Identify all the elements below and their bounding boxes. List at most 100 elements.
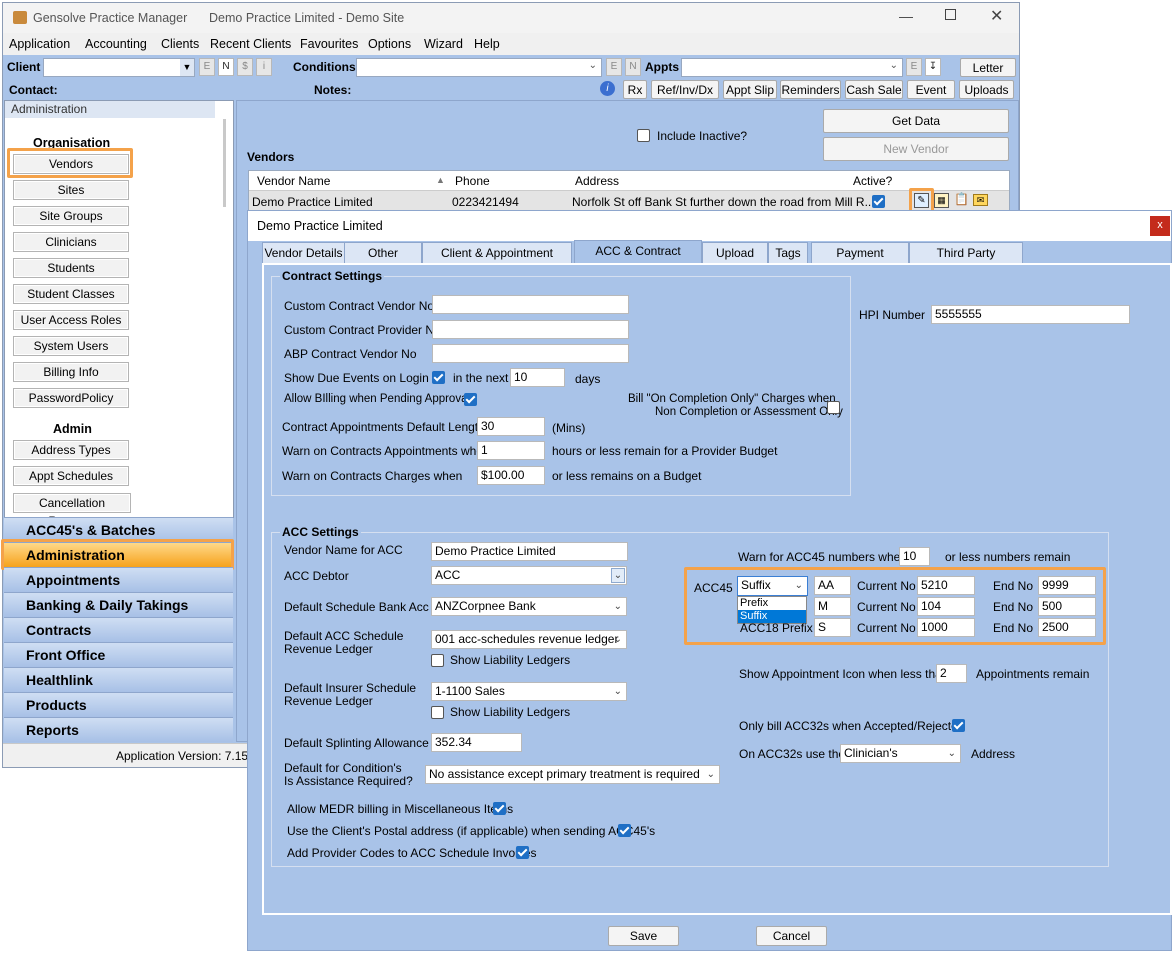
- clipboard-icon[interactable]: 📋: [954, 193, 969, 208]
- tab-client-appointment-settings[interactable]: Client & Appointment Settings: [422, 242, 572, 280]
- conditions-edit-button[interactable]: E: [606, 58, 622, 76]
- billing-info-button[interactable]: Billing Info: [13, 362, 129, 382]
- new-vendor-button[interactable]: New Vendor: [823, 137, 1009, 161]
- cancel-button[interactable]: Cancel: [756, 926, 827, 946]
- table-row[interactable]: Demo Practice Limited 0223421494 Norfolk…: [249, 191, 1009, 212]
- splinting-input[interactable]: 352.34: [431, 733, 522, 752]
- appts-edit-button[interactable]: E: [906, 58, 922, 76]
- clinicians-button[interactable]: Clinicians: [13, 232, 129, 252]
- site-groups-button[interactable]: Site Groups: [13, 206, 129, 226]
- acc-show-liability-checkbox[interactable]: [431, 654, 444, 667]
- menu-accounting[interactable]: Accounting: [85, 37, 147, 51]
- chevron-down-icon[interactable]: ⌄: [614, 683, 622, 700]
- acc32-accepted-checkbox[interactable]: [952, 719, 965, 732]
- rx-button[interactable]: Rx: [623, 80, 647, 99]
- nav-products[interactable]: Products: [4, 692, 233, 717]
- menu-wizard[interactable]: Wizard: [424, 37, 463, 51]
- user-access-roles-button[interactable]: User Access Roles: [13, 310, 129, 330]
- chevron-down-icon[interactable]: ⌄: [707, 766, 715, 783]
- get-data-button[interactable]: Get Data: [823, 109, 1009, 133]
- left-scrollbar[interactable]: [223, 119, 226, 207]
- minimize-icon[interactable]: —: [899, 8, 913, 24]
- bill-on-completion-checkbox[interactable]: [827, 401, 840, 414]
- warn-charges-input[interactable]: $100.00: [477, 466, 545, 485]
- students-button[interactable]: Students: [13, 258, 129, 278]
- nav-healthlink[interactable]: Healthlink: [4, 667, 233, 692]
- custom-provider-no-input[interactable]: [432, 320, 629, 339]
- col-phone[interactable]: Phone: [455, 174, 490, 188]
- show-due-events-checkbox[interactable]: [432, 371, 445, 384]
- tab-vendor-details[interactable]: Vendor Details: [262, 242, 345, 263]
- cash-sale-button[interactable]: Cash Sale: [845, 80, 903, 99]
- tab-payment-services[interactable]: Payment Services: [811, 242, 909, 280]
- bank-acc-select[interactable]: ANZCorpnee Bank ⌄: [431, 597, 627, 616]
- row-active-checkbox[interactable]: [872, 195, 885, 208]
- nav-appointments[interactable]: Appointments: [4, 567, 233, 592]
- col-address[interactable]: Address: [575, 174, 619, 188]
- menu-application[interactable]: Application: [9, 37, 70, 51]
- tab-upload-files[interactable]: Upload Files: [702, 242, 768, 280]
- allow-billing-pending-checkbox[interactable]: [464, 393, 477, 406]
- client-account-button[interactable]: $: [237, 58, 253, 76]
- client-new-button[interactable]: N: [218, 58, 234, 76]
- menu-clients[interactable]: Clients: [161, 37, 199, 51]
- dialog-close-button[interactable]: x: [1150, 216, 1170, 236]
- chevron-down-icon[interactable]: ⌄: [948, 745, 956, 762]
- acc-debtor-select[interactable]: ACC ⌄: [431, 566, 627, 585]
- conditions-new-button[interactable]: N: [625, 58, 641, 76]
- insurer-show-liability-checkbox[interactable]: [431, 706, 444, 719]
- envelope-icon[interactable]: ✉: [973, 194, 988, 206]
- appt-slip-button[interactable]: Appt Slip: [723, 80, 777, 99]
- tab-acc-contract-settings[interactable]: ACC & Contract Settings: [574, 240, 702, 278]
- warn-appointments-input[interactable]: 1: [477, 441, 545, 460]
- warn-acc45-input[interactable]: 10: [899, 547, 930, 566]
- nav-reports[interactable]: Reports: [4, 717, 233, 742]
- save-button[interactable]: Save: [608, 926, 679, 946]
- tab-tags[interactable]: Tags: [768, 242, 808, 263]
- chevron-down-icon[interactable]: ▼: [180, 59, 194, 76]
- conditions-combo[interactable]: ⌄: [356, 58, 602, 77]
- system-users-button[interactable]: System Users: [13, 336, 129, 356]
- chevron-down-icon[interactable]: ⌄: [611, 568, 625, 583]
- password-policy-button[interactable]: PasswordPolicy: [13, 388, 129, 408]
- appts-combo[interactable]: ⌄: [681, 58, 903, 77]
- col-vendor-name[interactable]: Vendor Name: [257, 174, 330, 188]
- default-length-input[interactable]: 30: [477, 417, 545, 436]
- cancellation-reasons-button[interactable]: Cancellation Reasons: [13, 493, 131, 528]
- hpi-number-input[interactable]: 5555555: [931, 305, 1130, 324]
- menu-favourites[interactable]: Favourites: [300, 37, 358, 51]
- vendor-name-acc-input[interactable]: Demo Practice Limited: [431, 542, 628, 561]
- acc32-use-select[interactable]: Clinician's ⌄: [840, 744, 961, 763]
- menu-recent-clients[interactable]: Recent Clients: [210, 37, 291, 51]
- client-edit-button[interactable]: E: [199, 58, 215, 76]
- appt-icon-input[interactable]: 2: [936, 664, 967, 683]
- provider-codes-checkbox[interactable]: [516, 846, 529, 859]
- medr-checkbox[interactable]: [493, 802, 506, 815]
- client-combo[interactable]: ▼: [43, 58, 195, 77]
- col-active[interactable]: Active?: [853, 174, 892, 188]
- custom-vendor-no-input[interactable]: [432, 295, 629, 314]
- due-events-days-input[interactable]: 10: [510, 368, 565, 387]
- nav-contracts[interactable]: Contracts: [4, 617, 233, 642]
- reminders-button[interactable]: Reminders: [780, 80, 841, 99]
- chevron-down-icon[interactable]: ⌄: [614, 631, 622, 648]
- condition-select[interactable]: No assistance except primary treatment i…: [425, 765, 720, 784]
- chevron-down-icon[interactable]: ⌄: [614, 598, 622, 615]
- ref-inv-dx-button[interactable]: Ref/Inv/Dx: [651, 80, 719, 99]
- close-window-icon[interactable]: ✕: [990, 6, 1003, 26]
- nav-front-office[interactable]: Front Office: [4, 642, 233, 667]
- chevron-down-icon[interactable]: ⌄: [589, 60, 597, 71]
- tab-third-party-integration[interactable]: Third Party Integration: [909, 242, 1023, 280]
- event-button[interactable]: Event: [907, 80, 955, 99]
- tab-other-settings[interactable]: Other Settings: [344, 242, 422, 280]
- info-icon[interactable]: i: [600, 81, 615, 96]
- menu-help[interactable]: Help: [474, 37, 500, 51]
- uploads-button[interactable]: Uploads: [959, 80, 1014, 99]
- include-inactive-checkbox[interactable]: [637, 129, 650, 142]
- sites-button[interactable]: Sites: [13, 180, 129, 200]
- menu-options[interactable]: Options: [368, 37, 411, 51]
- postal-checkbox[interactable]: [618, 824, 631, 837]
- client-info-button[interactable]: i: [256, 58, 272, 76]
- student-classes-button[interactable]: Student Classes: [13, 284, 129, 304]
- nav-banking[interactable]: Banking & Daily Takings: [4, 592, 233, 617]
